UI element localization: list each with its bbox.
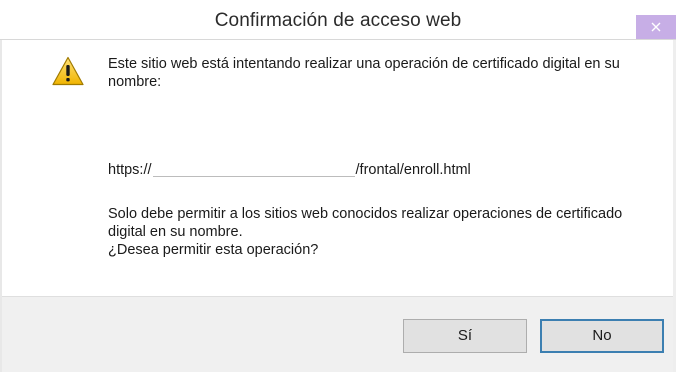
warning-icon [52, 56, 84, 86]
close-button[interactable] [636, 15, 676, 39]
intro-text: Este sitio web está intentando realizar … [108, 56, 620, 90]
advice-text: Solo debe permitir a los sitios web cono… [108, 206, 623, 240]
yes-button[interactable]: Sí [403, 319, 527, 353]
close-icon [651, 22, 661, 32]
title-bar[interactable]: Confirmación de acceso web [0, 0, 676, 39]
no-button[interactable]: No [540, 319, 664, 353]
dialog-window: Confirmación de acceso web Este sitio we… [0, 0, 676, 372]
request-url: https:// /frontal/enroll.html [108, 160, 471, 180]
advice-block: Solo debe permitir a los sitios web cono… [108, 205, 648, 259]
url-redacted-host [152, 162, 355, 177]
url-suffix: /frontal/enroll.html [355, 162, 471, 178]
url-prefix: https:// [108, 162, 152, 178]
question-text: ¿Desea permitir esta operación? [108, 242, 319, 258]
window-title: Confirmación de acceso web [214, 10, 462, 31]
